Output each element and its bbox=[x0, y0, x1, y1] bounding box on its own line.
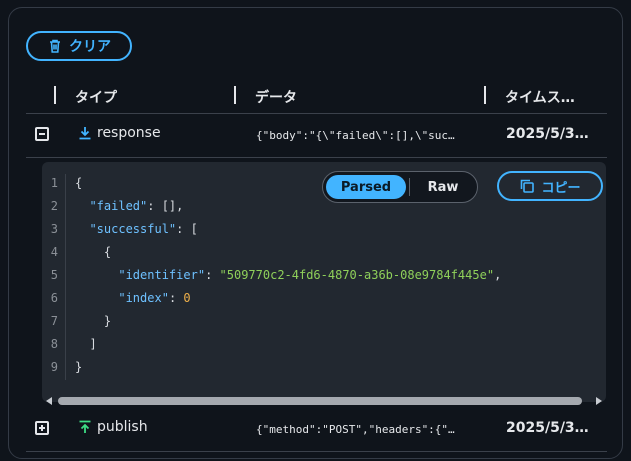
data-cell: {"method":"POST","headers":{"… bbox=[256, 423, 455, 436]
code-line: "identifier": "509770c2-4fd6-4870-a36b-0… bbox=[118, 268, 502, 282]
code-line: { bbox=[75, 245, 112, 259]
column-header-timestamp[interactable]: タイムス… bbox=[505, 87, 575, 107]
column-resizer[interactable] bbox=[484, 86, 486, 104]
timestamp-cell: 2025/5/3… bbox=[506, 126, 589, 142]
divider bbox=[409, 178, 410, 196]
line-number: 7 bbox=[50, 314, 58, 328]
code-line: } bbox=[75, 360, 83, 374]
copy-button[interactable]: コピー bbox=[497, 171, 603, 201]
line-number: 3 bbox=[50, 222, 58, 236]
data-cell: {"body":"{\"failed\":[],\"suc… bbox=[256, 129, 455, 142]
clear-button-label: クリア bbox=[69, 38, 111, 54]
json-number-value: 0 bbox=[183, 291, 191, 305]
response-detail: 1 2 3 4 5 6 7 8 9 { "failed": [], "succe… bbox=[42, 162, 606, 405]
code-line: ] bbox=[75, 337, 97, 351]
code-line: "index": 0 bbox=[118, 291, 191, 305]
json-string-value: "509770c2-4fd6-4870-a36b-08e9784f445e" bbox=[219, 268, 495, 282]
raw-tab[interactable]: Raw bbox=[413, 175, 473, 199]
expand-icon[interactable] bbox=[35, 421, 49, 435]
download-icon bbox=[79, 127, 91, 140]
column-header-type[interactable]: タイプ bbox=[75, 87, 117, 107]
line-number: 9 bbox=[50, 360, 58, 374]
horizontal-scrollbar[interactable] bbox=[42, 394, 606, 408]
collapse-icon[interactable] bbox=[35, 127, 49, 141]
json-key: "identifier" bbox=[118, 268, 206, 282]
copy-icon bbox=[521, 179, 535, 193]
code-line: "successful": [ bbox=[89, 222, 198, 236]
line-number: 6 bbox=[50, 291, 58, 305]
json-key: "index" bbox=[118, 291, 169, 305]
scroll-left-icon[interactable] bbox=[46, 397, 52, 405]
type-label: response bbox=[97, 125, 161, 141]
parsed-tab[interactable]: Parsed bbox=[326, 175, 406, 199]
trash-icon bbox=[50, 39, 60, 53]
gutter-divider bbox=[65, 174, 66, 380]
column-header-data[interactable]: データ bbox=[255, 87, 297, 107]
line-number: 2 bbox=[50, 199, 58, 213]
code-line: } bbox=[75, 314, 112, 328]
scrollbar-thumb[interactable] bbox=[58, 397, 582, 405]
line-number: 4 bbox=[50, 245, 58, 259]
copy-button-label: コピー bbox=[541, 180, 581, 196]
line-number: 8 bbox=[50, 337, 58, 351]
type-label: publish bbox=[97, 419, 148, 435]
json-key: "failed" bbox=[89, 199, 148, 213]
line-number: 1 bbox=[50, 176, 58, 190]
json-key: "successful" bbox=[89, 222, 177, 236]
line-number: 5 bbox=[50, 268, 58, 282]
table-row[interactable]: response {"body":"{\"failed\":[],\"suc… … bbox=[26, 114, 607, 158]
log-panel: クリア タイプ データ タイムス… response {"body":"{\"f… bbox=[8, 7, 623, 459]
clear-button[interactable]: クリア bbox=[26, 31, 132, 61]
type-cell: publish bbox=[77, 419, 148, 435]
timestamp-cell: 2025/5/3… bbox=[506, 420, 589, 436]
view-mode-toggle: Parsed Raw bbox=[322, 171, 478, 203]
column-resizer[interactable] bbox=[234, 86, 236, 104]
scroll-right-icon[interactable] bbox=[596, 397, 602, 405]
table-row[interactable]: publish {"method":"POST","headers":{"… 2… bbox=[26, 408, 607, 452]
table-header: タイプ データ タイムス… bbox=[26, 84, 607, 114]
upload-icon bbox=[79, 420, 91, 433]
json-viewer[interactable]: { "failed": [], "successful": [ { "ident… bbox=[75, 172, 501, 379]
type-cell: response bbox=[77, 125, 161, 141]
column-resizer[interactable] bbox=[54, 86, 56, 104]
line-numbers: 1 2 3 4 5 6 7 8 9 bbox=[42, 172, 64, 379]
